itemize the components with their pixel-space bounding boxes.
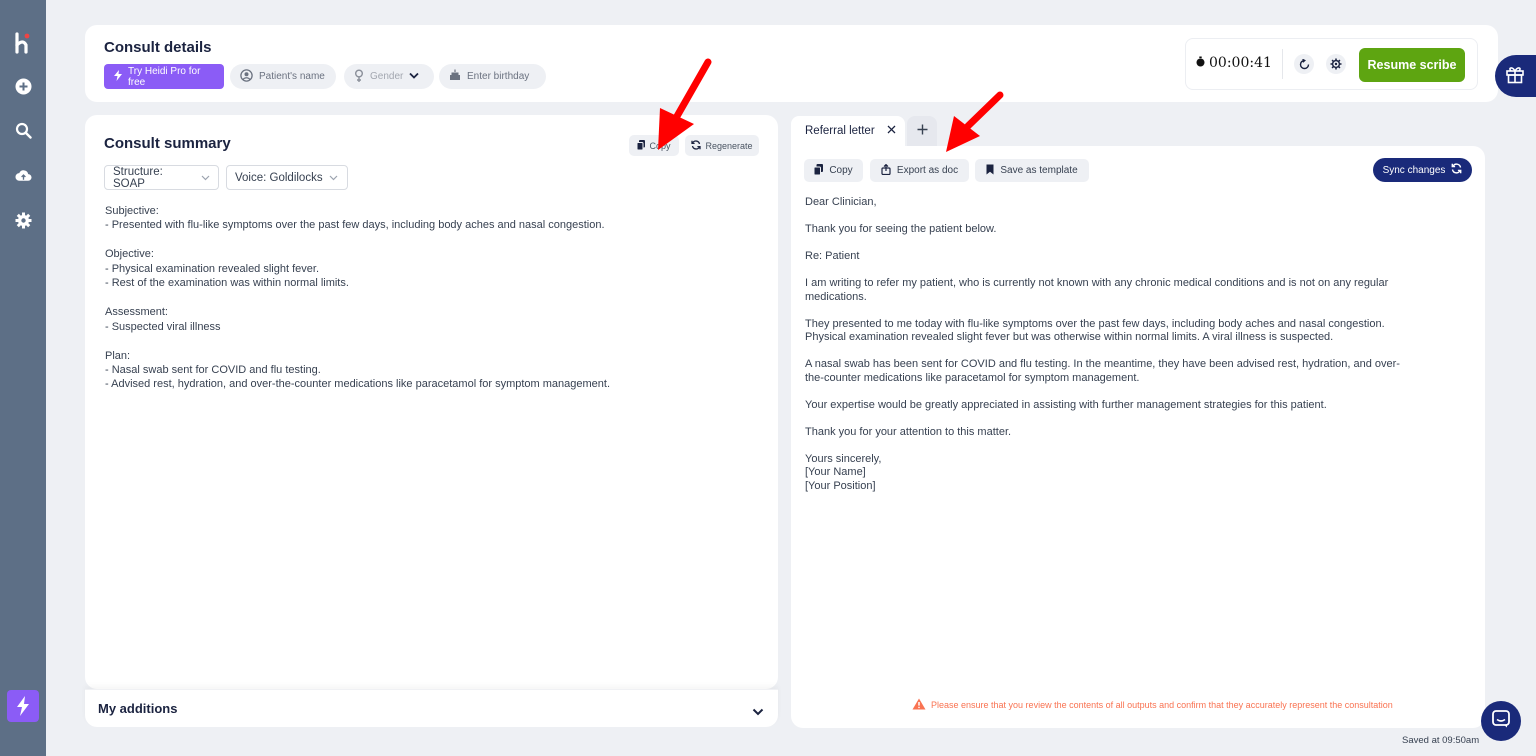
birthday-field[interactable]: Enter birthday xyxy=(439,64,546,89)
logo-icon[interactable] xyxy=(14,32,32,54)
voice-label: Voice: Goldilocks xyxy=(235,171,323,184)
review-warning: Please ensure that you review the conten… xyxy=(912,698,1393,712)
bolt-icon xyxy=(114,69,122,84)
letter-paragraph: I am writing to refer my patient, who is… xyxy=(805,276,1389,303)
summary-section-objective: Objective: - Physical examination reveal… xyxy=(105,247,745,290)
summary-section-subjective: Subjective: - Presented with flu-like sy… xyxy=(105,204,745,233)
voice-select[interactable]: Voice: Goldilocks xyxy=(226,165,348,190)
chevron-down-icon xyxy=(329,172,338,184)
search-icon[interactable] xyxy=(15,122,32,139)
letter-paragraph: Your expertise would be greatly apprecia… xyxy=(805,398,1327,411)
settings-icon[interactable] xyxy=(15,212,32,229)
my-additions-panel[interactable]: My additions xyxy=(85,689,778,727)
user-circle-icon xyxy=(240,68,253,85)
summary-section-plan: Plan: - Nasal swab sent for COVID and fl… xyxy=(105,349,745,392)
letter-signature: Yours sincerely, [Your Name] [Your Positio… xyxy=(805,452,882,492)
resume-scribe-button[interactable]: Resume scribe xyxy=(1359,48,1465,82)
warning-text: Please ensure that you review the conten… xyxy=(931,700,1393,710)
scribe-controls: 00:00:41 Resume scribe xyxy=(1185,38,1478,90)
letter-copy-button[interactable]: Copy xyxy=(804,159,863,182)
tab-referral-letter[interactable]: Referral letter xyxy=(791,116,905,146)
restart-button[interactable] xyxy=(1294,54,1314,74)
my-additions-title: My additions xyxy=(98,701,178,716)
section-line: - Advised rest, hydration, and over-the-… xyxy=(105,378,611,391)
patient-name-field[interactable]: Patient's name xyxy=(230,64,336,89)
restart-icon xyxy=(1299,55,1310,74)
letter-paragraph: Thank you for seeing the patient below. xyxy=(805,222,997,235)
consult-details-title: Consult details xyxy=(104,39,212,56)
gender-placeholder: Gender xyxy=(370,71,404,82)
referral-letter-card: Copy Export as doc Save as template Sync… xyxy=(791,146,1485,728)
chevron-down-icon[interactable] xyxy=(752,701,764,720)
save-template-label: Save as template xyxy=(1000,165,1078,176)
section-line: - Suspected viral illness xyxy=(105,320,221,333)
gear-icon xyxy=(1330,55,1342,74)
timer-value: 00:00:41 xyxy=(1209,55,1272,71)
letter-body[interactable]: Dear Clinician, Thank you for seeing the… xyxy=(805,196,1465,507)
export-doc-button[interactable]: Export as doc xyxy=(870,159,969,182)
copy-icon xyxy=(636,139,646,152)
upload-cloud-icon[interactable] xyxy=(15,167,32,184)
plus-icon xyxy=(917,122,928,140)
section-heading: Subjective: xyxy=(105,205,159,217)
stopwatch-icon xyxy=(1196,55,1205,71)
scribe-settings-button[interactable] xyxy=(1326,54,1346,74)
try-pro-label: Try Heidi Pro for free xyxy=(128,65,201,88)
section-heading: Plan: xyxy=(105,349,131,362)
chevron-down-icon xyxy=(409,71,419,82)
tab-label: Referral letter xyxy=(805,125,875,137)
bolt-icon[interactable] xyxy=(7,690,39,722)
letter-paragraph: Dear Clinician, xyxy=(805,196,877,208)
section-heading: Assessment: xyxy=(105,306,168,319)
consult-summary-card: Consult summary Copy Regenerate Structur… xyxy=(85,115,778,689)
saved-status: Saved at 09:50am xyxy=(1402,735,1480,746)
sync-label: Sync changes xyxy=(1382,164,1446,176)
annotation-arrow-icon xyxy=(946,91,1004,152)
copy-label: Copy xyxy=(829,165,853,176)
sync-icon xyxy=(1451,163,1462,177)
gender-select[interactable]: Gender xyxy=(344,64,434,89)
try-pro-button[interactable]: Try Heidi Pro for free xyxy=(104,64,224,89)
consult-details-card: Consult details Try Heidi Pro for free P… xyxy=(85,25,1498,102)
export-label: Export as doc xyxy=(896,165,959,176)
letter-paragraph: Re: Patient xyxy=(805,249,860,262)
add-icon[interactable] xyxy=(15,78,32,95)
letter-paragraph: They presented to me today with flu-like… xyxy=(805,317,1385,344)
gender-icon xyxy=(354,69,364,85)
section-line: - Physical examination revealed slight f… xyxy=(105,262,319,275)
sidebar xyxy=(0,0,46,756)
patient-name-placeholder: Patient's name xyxy=(259,71,325,82)
bookmark-icon xyxy=(986,164,994,178)
divider xyxy=(1282,49,1283,79)
chevron-down-icon xyxy=(201,172,210,184)
close-icon[interactable] xyxy=(887,125,896,137)
section-line: - Nasal swab sent for COVID and flu test… xyxy=(105,364,321,377)
chat-button[interactable] xyxy=(1481,701,1521,741)
summary-body[interactable]: Subjective: - Presented with flu-like sy… xyxy=(105,204,745,406)
section-line: - Presented with flu-like symptoms over … xyxy=(105,219,605,232)
birthday-placeholder: Enter birthday xyxy=(467,71,530,82)
structure-select[interactable]: Structure: SOAP xyxy=(104,165,219,190)
section-line: - Rest of the examination was within nor… xyxy=(105,277,349,290)
sync-changes-button[interactable]: Sync changes xyxy=(1373,158,1472,182)
save-template-button[interactable]: Save as template xyxy=(975,159,1089,182)
cake-icon xyxy=(449,69,461,84)
letter-paragraph: Thank you for your attention to this mat… xyxy=(805,425,1012,438)
warning-icon xyxy=(912,698,926,712)
section-heading: Objective: xyxy=(105,248,154,261)
copy-icon xyxy=(813,163,824,178)
consult-summary-title: Consult summary xyxy=(104,135,231,152)
timer: 00:00:41 xyxy=(1196,55,1272,71)
structure-label: Structure: SOAP xyxy=(113,165,163,190)
annotation-arrow-icon xyxy=(658,58,712,150)
gift-button[interactable] xyxy=(1495,55,1536,97)
add-tab-button[interactable] xyxy=(907,116,937,146)
gift-icon xyxy=(1505,64,1525,88)
letter-paragraph: A nasal swab has been sent for COVID and… xyxy=(805,358,1400,384)
export-icon xyxy=(881,163,891,178)
summary-section-assessment: Assessment: - Suspected viral illness xyxy=(105,305,745,334)
chat-icon xyxy=(1492,710,1510,732)
